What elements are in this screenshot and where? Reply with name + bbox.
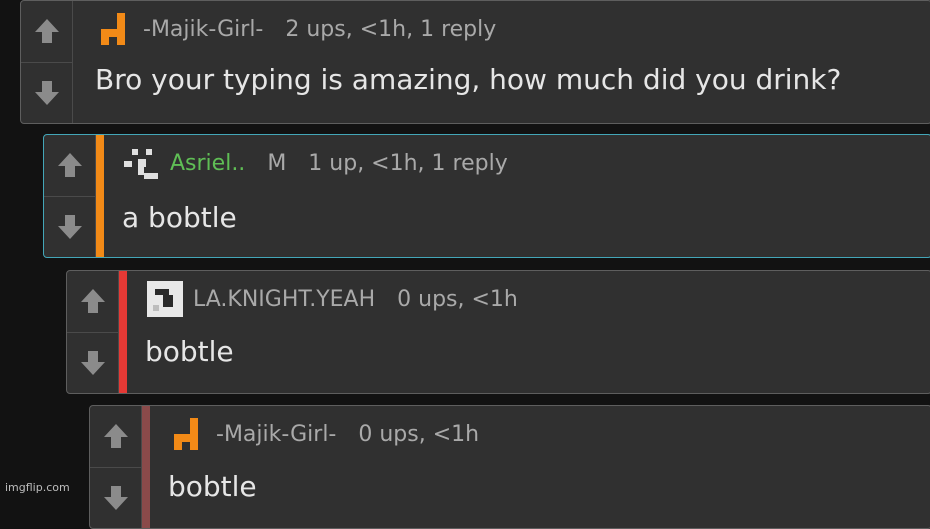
- downvote-button[interactable]: [44, 195, 96, 258]
- upvote-button[interactable]: [90, 406, 142, 467]
- vote-column: [67, 271, 119, 393]
- username-link[interactable]: Asriel..: [170, 151, 245, 176]
- arrow-up-icon: [81, 289, 105, 314]
- arrow-up-icon: [104, 424, 128, 449]
- downvote-button[interactable]: [90, 466, 142, 529]
- pixel-square-icon: [147, 281, 183, 317]
- user-flair: M: [267, 150, 287, 176]
- arrow-down-icon: [81, 350, 105, 375]
- comment-stats: 0 ups, <1h: [397, 286, 518, 312]
- comment-text: bobtle: [145, 335, 234, 368]
- avatar[interactable]: [122, 143, 162, 183]
- username-link[interactable]: -Majik-Girl-: [216, 422, 336, 447]
- comment-4: -Majik-Girl- 0 ups, <1h bobtle: [89, 405, 930, 529]
- arrow-down-icon: [58, 214, 82, 239]
- pixel-face-icon: [124, 149, 158, 179]
- downvote-button[interactable]: [67, 331, 119, 394]
- upvote-button[interactable]: [21, 1, 73, 62]
- avatar[interactable]: [95, 9, 135, 49]
- thread-depth-bar: [119, 271, 127, 393]
- orange-chair-icon: [101, 13, 125, 45]
- upvote-button[interactable]: [67, 271, 119, 332]
- thread-depth-bar: [142, 406, 150, 528]
- orange-chair-icon: [174, 418, 198, 450]
- comment-text: Bro your typing is amazing, how much did…: [95, 63, 842, 96]
- arrow-up-icon: [35, 19, 59, 44]
- username-link[interactable]: LA.KNIGHT.YEAH: [193, 287, 375, 312]
- comment-text: bobtle: [168, 470, 257, 503]
- vote-column: [44, 135, 96, 257]
- comment-3: LA.KNIGHT.YEAH 0 ups, <1h bobtle: [66, 270, 930, 394]
- downvote-button[interactable]: [21, 61, 73, 124]
- arrow-up-icon: [58, 153, 82, 178]
- comment-stats: 1 up, <1h, 1 reply: [308, 150, 508, 176]
- upvote-button[interactable]: [44, 135, 96, 196]
- avatar[interactable]: [145, 279, 185, 319]
- comment-1: -Majik-Girl- 2 ups, <1h, 1 reply Bro you…: [20, 0, 930, 124]
- comment-stats: 2 ups, <1h, 1 reply: [285, 16, 497, 42]
- vote-column: [21, 1, 73, 123]
- comment-text: a bobtle: [122, 201, 237, 234]
- imgflip-watermark: imgflip.com: [5, 481, 70, 494]
- comment-stats: 0 ups, <1h: [358, 421, 480, 447]
- arrow-down-icon: [35, 80, 59, 105]
- comment-2: Asriel.. M 1 up, <1h, 1 reply a bobtle: [43, 134, 930, 258]
- thread-depth-bar: [96, 135, 104, 257]
- vote-column: [90, 406, 142, 528]
- avatar[interactable]: [168, 414, 208, 454]
- username-link[interactable]: -Majik-Girl-: [143, 17, 263, 42]
